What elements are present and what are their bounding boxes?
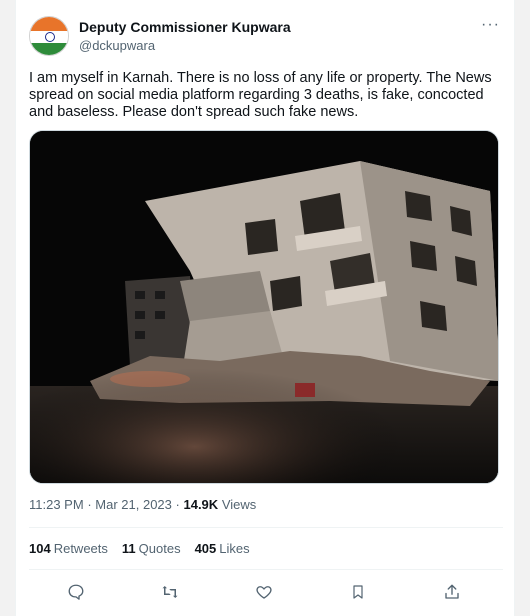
divider: [29, 527, 503, 528]
like-icon: [256, 586, 272, 599]
retweets-label: Retweets: [53, 541, 108, 556]
avatar[interactable]: [29, 16, 69, 56]
more-options-button[interactable]: ···: [481, 16, 500, 34]
retweet-button[interactable]: [154, 576, 186, 608]
tweet-timestamp[interactable]: 11:23 PM · Mar 21, 2023 · 14.9K Views: [29, 497, 256, 512]
likes-label: Likes: [219, 541, 250, 556]
share-icon: [445, 584, 459, 599]
views-label: Views: [221, 497, 257, 512]
separator: ·: [87, 497, 92, 512]
share-button[interactable]: [436, 576, 468, 608]
tweet-date[interactable]: Mar 21, 2023: [95, 497, 172, 512]
quotes-label: Quotes: [138, 541, 181, 556]
reply-button[interactable]: [60, 576, 92, 608]
collapsed-building-photo: [30, 131, 498, 483]
tweet-media-image[interactable]: [29, 130, 499, 484]
retweets-count: 104: [29, 541, 51, 556]
quotes-count: 11: [121, 541, 136, 556]
likes-count: 405: [194, 541, 217, 556]
tweet-text: I am myself in Karnah. There is no loss …: [29, 70, 492, 120]
divider: [29, 569, 503, 570]
bookmark-button[interactable]: [342, 576, 374, 608]
likes-stat[interactable]: 405 Likes: [195, 541, 250, 556]
author-handle[interactable]: @dckupwara: [79, 38, 155, 53]
tweet-card: Deputy Commissioner Kupwara @dckupwara ·…: [15, 0, 515, 616]
retweets-stat[interactable]: 104 Retweets: [29, 541, 108, 556]
views-count: 14.9K: [183, 497, 219, 512]
tweet-time[interactable]: 11:23 PM: [29, 497, 84, 512]
like-button[interactable]: [248, 576, 280, 608]
quotes-stat[interactable]: 11 Quotes: [122, 541, 181, 556]
retweet-icon: [162, 586, 178, 598]
engagement-stats: 104 Retweets 11 Quotes 405 Likes: [29, 541, 250, 556]
author-name[interactable]: Deputy Commissioner Kupwara: [79, 19, 291, 35]
bookmark-icon: [353, 585, 363, 599]
reply-icon: [68, 584, 84, 600]
action-bar: [29, 576, 499, 608]
separator: ·: [175, 497, 180, 512]
